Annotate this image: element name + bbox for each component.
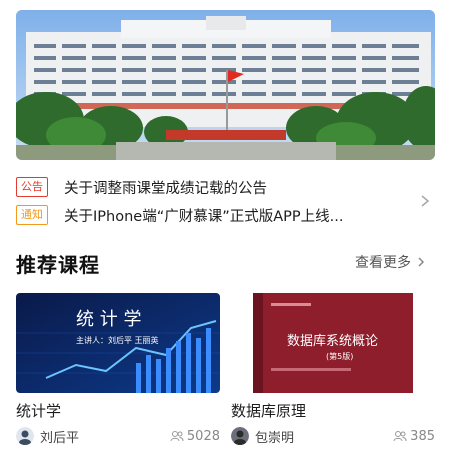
notice-list[interactable]: 公告 关于调整雨课堂成绩记载的公告 通知 关于IPhone端“广财慕课”正式版A… [16, 172, 434, 232]
section-title: 推荐课程 [16, 253, 100, 277]
course-card[interactable]: 统 计 学 主讲人：刘后平 王丽英 统计学 刘后平 5028 [16, 293, 220, 447]
course-meta: 刘后平 5028 [16, 425, 220, 447]
people-icon [170, 431, 184, 442]
notice-item[interactable]: 通知 关于IPhone端“广财慕课”正式版APP上线... [16, 204, 343, 226]
notification-tag: 通知 [16, 205, 48, 225]
notice-item[interactable]: 公告 关于调整雨课堂成绩记载的公告 [16, 176, 267, 198]
learner-count-value: 5028 [186, 428, 220, 444]
statistics-cover-image: 统 计 学 主讲人：刘后平 王丽英 [16, 293, 220, 393]
see-more-label: 查看更多 [355, 255, 411, 271]
cover-edition: (第5版) [326, 351, 353, 361]
cover-title: 统 计 学 [76, 309, 141, 330]
course-cover[interactable]: 统 计 学 主讲人：刘后平 王丽英 [16, 293, 220, 393]
notice-title[interactable]: 关于IPhone端“广财慕课”正式版APP上线... [64, 205, 343, 226]
course-name[interactable]: 统计学 [16, 401, 220, 421]
chevron-right-icon[interactable] [418, 192, 432, 210]
learner-count: 5028 [170, 429, 220, 444]
notice-title[interactable]: 关于调整雨课堂成绩记载的公告 [64, 177, 267, 198]
announcement-tag: 公告 [16, 177, 48, 197]
teacher-name: 刘后平 [40, 430, 80, 446]
teacher-name: 包崇明 [255, 430, 295, 446]
campus-building-image [16, 10, 435, 160]
course-cover[interactable]: 数据库系统概论 (第5版) [231, 293, 435, 393]
people-icon [393, 431, 407, 442]
learner-count-value: 385 [410, 428, 435, 444]
chevron-right-icon [418, 257, 425, 267]
learner-count: 385 [393, 429, 435, 444]
cover-lecturers: 主讲人：刘后平 王丽英 [76, 335, 159, 345]
banner-carousel[interactable] [16, 10, 435, 160]
course-card[interactable]: 数据库系统概论 (第5版) 数据库原理 包崇明 385 [231, 293, 435, 447]
see-more-link[interactable]: 查看更多 [355, 252, 425, 272]
teacher-avatar [16, 427, 34, 445]
cover-title: 数据库系统概论 [287, 333, 378, 349]
course-name[interactable]: 数据库原理 [231, 401, 435, 421]
course-meta: 包崇明 385 [231, 425, 435, 447]
teacher-avatar [231, 427, 249, 445]
database-cover-image: 数据库系统概论 (第5版) [231, 293, 435, 393]
